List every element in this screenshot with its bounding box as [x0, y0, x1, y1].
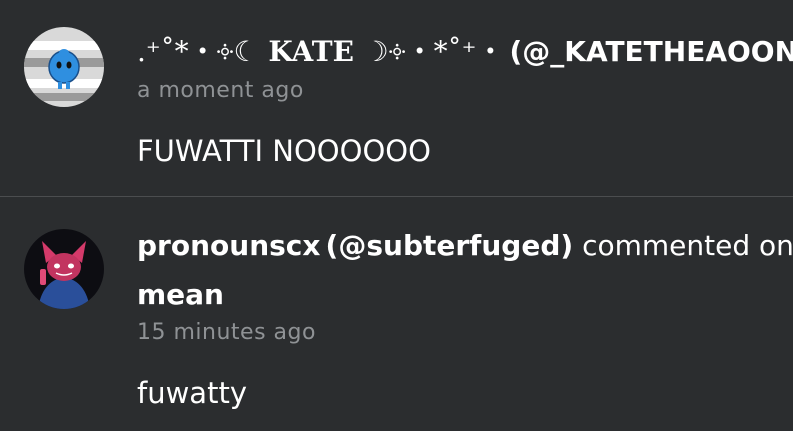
- author-suffix: ☽༓・*˚⁺‧: [363, 35, 505, 68]
- avatar-image: [24, 229, 104, 309]
- avatar[interactable]: [24, 229, 104, 309]
- author-display-name: KATE: [258, 35, 364, 68]
- comment-header: pronounscx (@subterfuged) commented on: [137, 226, 793, 270]
- author-handle[interactable]: (@_KATETHEAOONI: [509, 35, 793, 68]
- comment-body: fuwatty: [137, 376, 247, 410]
- avatar-image: [24, 27, 104, 107]
- post-title-link[interactable]: mean: [137, 275, 793, 315]
- comment-item: pronounscx (@subterfuged) commented on m…: [0, 197, 793, 431]
- author-name[interactable]: .⁺˚*・༓☾ KATE ☽༓・*˚⁺‧: [137, 35, 504, 68]
- comment-feed: .⁺˚*・༓☾ KATE ☽༓・*˚⁺‧ (@_KATETHEAOONI a m…: [0, 0, 793, 431]
- comment-body: FUWATTI NOOOOOO: [137, 134, 431, 168]
- author-prefix: .⁺˚*・༓☾: [137, 35, 259, 68]
- author-handle[interactable]: (@subterfuged): [326, 229, 574, 262]
- comment-header: .⁺˚*・༓☾ KATE ☽༓・*˚⁺‧ (@_KATETHEAOONI: [137, 30, 793, 74]
- timestamp: 15 minutes ago: [137, 320, 316, 345]
- avatar[interactable]: [24, 27, 104, 107]
- timestamp: a moment ago: [137, 78, 304, 103]
- author-name[interactable]: pronounscx: [137, 229, 320, 262]
- action-text: commented on: [573, 229, 793, 262]
- comment-item: .⁺˚*・༓☾ KATE ☽༓・*˚⁺‧ (@_KATETHEAOONI a m…: [0, 0, 793, 196]
